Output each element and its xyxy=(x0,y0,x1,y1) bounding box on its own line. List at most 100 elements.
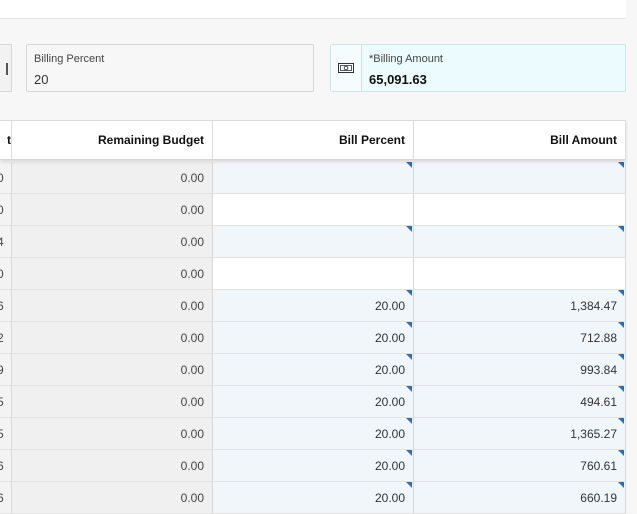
cut-off-cell-text: 6 xyxy=(0,299,4,313)
table-row[interactable]: 9 0.00 20.00 993.84 xyxy=(0,354,626,386)
bill-percent-cell[interactable]: 20.00 xyxy=(213,418,414,450)
remaining-budget-cell-text: 0.00 xyxy=(180,459,204,473)
remaining-budget-cell: 0.00 xyxy=(12,322,213,354)
money-icon xyxy=(331,45,362,91)
bill-percent-cell-text: 20.00 xyxy=(374,427,405,441)
bill-amount-cell-text: 993.84 xyxy=(580,363,617,377)
bill-amount-cell[interactable]: 1,384.47 xyxy=(414,290,626,322)
cut-off-cell-text: 6 xyxy=(0,459,4,473)
cut-off-cell: 6 xyxy=(0,482,12,514)
bill-percent-cell[interactable]: 20.00 xyxy=(213,482,414,514)
remaining-budget-cell: 0.00 xyxy=(12,354,213,386)
bill-percent-cell[interactable] xyxy=(213,258,414,290)
changed-flag-icon xyxy=(618,226,624,232)
cut-off-cell: 0 xyxy=(0,258,12,290)
cut-off-cell: 5 xyxy=(0,418,12,450)
remaining-budget-cell: 0.00 xyxy=(12,226,213,258)
billing-percent-value[interactable]: 20 xyxy=(34,72,48,87)
remaining-budget-cell-text: 0.00 xyxy=(180,395,204,409)
bill-amount-cell-text: 1,365.27 xyxy=(570,427,617,441)
table-row[interactable]: 20.0020.00712.88 xyxy=(0,322,626,354)
cut-off-cell-text: 0 xyxy=(0,267,4,281)
remaining-budget-cell-text: 0.00 xyxy=(180,171,204,185)
bill-percent-cell[interactable] xyxy=(213,194,414,226)
changed-flag-icon xyxy=(406,290,412,296)
bill-percent-cell[interactable] xyxy=(213,162,414,194)
bill-percent-cell-text: 20.00 xyxy=(374,331,405,345)
field-edge-icon xyxy=(6,63,8,75)
cut-off-cell-text: 5 xyxy=(0,395,4,409)
cut-off-cell: 2 xyxy=(0,322,12,354)
table-row[interactable]: 00.00 xyxy=(0,194,626,226)
table-row[interactable]: 00.00 xyxy=(0,162,626,194)
remaining-budget-cell: 0.00 xyxy=(12,482,213,514)
table-row[interactable]: 5 0.00 20.00 1,365.27 xyxy=(0,418,626,450)
changed-flag-icon xyxy=(618,290,624,296)
remaining-budget-cell: 0.00 xyxy=(12,418,213,450)
changed-flag-icon xyxy=(406,418,412,424)
bill-amount-cell[interactable]: 494.61 xyxy=(414,386,626,418)
bill-amount-cell-text: 494.61 xyxy=(580,395,617,409)
bill-percent-cell[interactable]: 20.00 xyxy=(213,354,414,386)
table-header: t Remaining Budget Bill Percent Bill Amo… xyxy=(0,120,626,160)
bill-amount-cell[interactable] xyxy=(414,226,626,258)
cut-off-cell-text: 0 xyxy=(0,171,4,185)
bill-amount-cell[interactable] xyxy=(414,258,626,290)
column-header-bill-amount[interactable]: Bill Amount xyxy=(414,121,626,160)
cut-off-cell-text: 6 xyxy=(0,491,4,505)
billing-amount-value[interactable]: 65,091.63 xyxy=(369,72,427,87)
remaining-budget-cell: 0.00 xyxy=(12,194,213,226)
column-header-cut[interactable]: t xyxy=(0,121,12,160)
changed-flag-icon xyxy=(618,386,624,392)
remaining-budget-cell-text: 0.00 xyxy=(180,363,204,377)
cut-off-cell: 4 xyxy=(0,226,12,258)
bill-amount-cell-text: 712.88 xyxy=(580,331,617,345)
cut-off-cell: 6 xyxy=(0,290,12,322)
remaining-budget-cell: 0.00 xyxy=(12,386,213,418)
cut-off-cell-text: 4 xyxy=(0,235,4,249)
changed-flag-icon xyxy=(618,482,624,488)
billing-percent-field[interactable]: Billing Percent 20 xyxy=(26,44,314,92)
bill-amount-cell-text: 1,384.47 xyxy=(570,299,617,313)
remaining-budget-cell-text: 0.00 xyxy=(180,299,204,313)
bill-amount-cell[interactable] xyxy=(414,162,626,194)
table-row[interactable]: 6 0.00 20.00 660.19 xyxy=(0,482,626,514)
table-row[interactable]: 00.00 xyxy=(0,258,626,290)
bill-amount-cell[interactable]: 760.61 xyxy=(414,450,626,482)
column-header-bill-percent[interactable]: Bill Percent xyxy=(213,121,414,160)
table-row[interactable]: 6 0.00 20.00 1,384.47 xyxy=(0,290,626,322)
changed-flag-icon xyxy=(406,162,412,168)
column-header-remaining-budget[interactable]: Remaining Budget xyxy=(12,121,213,160)
bill-percent-cell-text: 20.00 xyxy=(374,363,405,377)
bill-percent-cell-text: 20.00 xyxy=(374,491,405,505)
bill-percent-cell[interactable]: 20.00 xyxy=(213,386,414,418)
bill-percent-cell[interactable] xyxy=(213,226,414,258)
cut-off-cell-text: 9 xyxy=(0,363,4,377)
bill-amount-cell[interactable]: 1,365.27 xyxy=(414,418,626,450)
changed-flag-icon xyxy=(406,482,412,488)
cut-off-cell: 0 xyxy=(0,162,12,194)
cut-off-field[interactable] xyxy=(0,44,12,92)
bill-percent-cell-text: 20.00 xyxy=(374,299,405,313)
table-row[interactable]: 40.00 xyxy=(0,226,626,258)
table-row[interactable]: 6 0.00 20.00 760.61 xyxy=(0,450,626,482)
table-row[interactable]: 5 0.00 20.00 494.61 xyxy=(0,386,626,418)
billing-amount-field[interactable]: *Billing Amount 65,091.63 xyxy=(330,44,626,92)
remaining-budget-cell-text: 0.00 xyxy=(180,491,204,505)
billing-amount-label: *Billing Amount xyxy=(369,53,443,65)
remaining-budget-cell-text: 0.00 xyxy=(180,331,204,345)
bill-percent-cell[interactable]: 20.00 xyxy=(213,322,414,354)
bill-percent-cell[interactable]: 20.00 xyxy=(213,290,414,322)
remaining-budget-cell-text: 0.00 xyxy=(180,203,204,217)
bill-percent-cell-text: 20.00 xyxy=(374,459,405,473)
cut-off-cell-text: 0 xyxy=(0,203,4,217)
bill-amount-cell-text: 760.61 xyxy=(580,459,617,473)
bill-amount-cell[interactable]: 712.88 xyxy=(414,322,626,354)
bill-percent-cell-text: 20.00 xyxy=(374,395,405,409)
bill-amount-cell-text: 660.19 xyxy=(580,491,617,505)
bill-amount-cell[interactable]: 660.19 xyxy=(414,482,626,514)
bill-percent-cell[interactable]: 20.00 xyxy=(213,450,414,482)
bill-amount-cell[interactable] xyxy=(414,194,626,226)
changed-flag-icon xyxy=(618,322,624,328)
bill-amount-cell[interactable]: 993.84 xyxy=(414,354,626,386)
